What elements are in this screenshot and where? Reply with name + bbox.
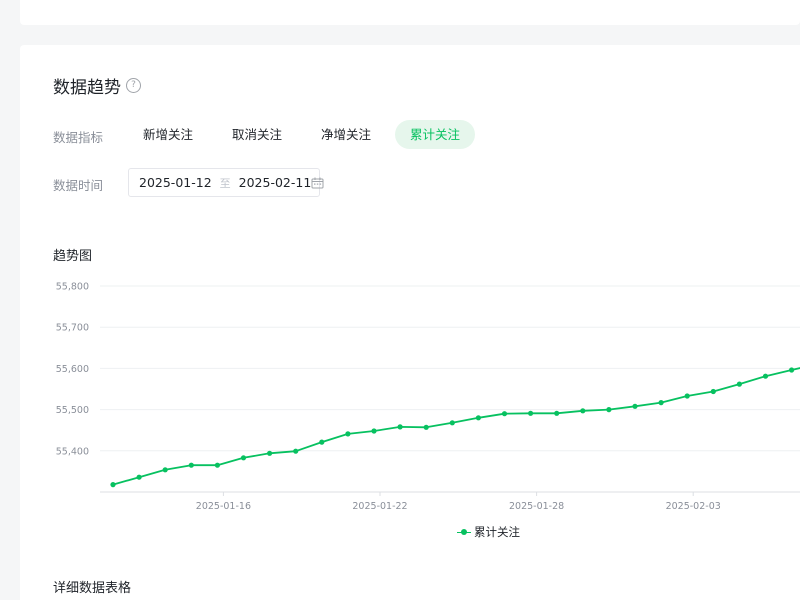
data-point: [580, 408, 586, 414]
y-tick-label: 55,800: [56, 282, 89, 293]
data-point: [345, 431, 351, 437]
x-tick-label: 2025-02-03: [666, 501, 721, 512]
data-point: [110, 482, 116, 488]
x-tick-label: 2025-01-16: [196, 501, 251, 512]
data-point: [397, 424, 403, 430]
y-tick-label: 55,700: [56, 323, 89, 334]
data-point: [136, 474, 142, 480]
data-point: [293, 448, 299, 454]
data-point: [188, 462, 194, 468]
data-point: [762, 373, 769, 379]
x-tick-label: 2025-01-22: [352, 501, 407, 512]
trend-chart: 55,400 55,500 55,600 55,700 55,800 2025-01-16…: [56, 282, 800, 512]
data-point: [267, 450, 273, 456]
data-point: [789, 367, 795, 373]
data-point: [606, 407, 612, 413]
x-tick-label: 2025-01-28: [509, 501, 564, 512]
y-tick-label: 55,500: [56, 405, 89, 416]
data-point: [554, 410, 560, 416]
data-point: [658, 400, 664, 406]
data-point: [736, 381, 743, 387]
data-point: [240, 455, 247, 461]
data-point: [423, 424, 429, 430]
data-point: [371, 428, 377, 434]
y-tick-label: 55,600: [56, 364, 89, 375]
data-point: [214, 462, 220, 468]
y-tick-label: 55,400: [56, 446, 89, 457]
data-point: [319, 439, 325, 445]
data-point: [684, 393, 690, 399]
data-point: [449, 420, 455, 426]
data-point: [475, 415, 481, 421]
data-point: [501, 411, 508, 417]
data-point: [710, 388, 716, 395]
data-point: [632, 403, 638, 409]
data-point: [162, 467, 168, 473]
data-point: [528, 410, 534, 416]
